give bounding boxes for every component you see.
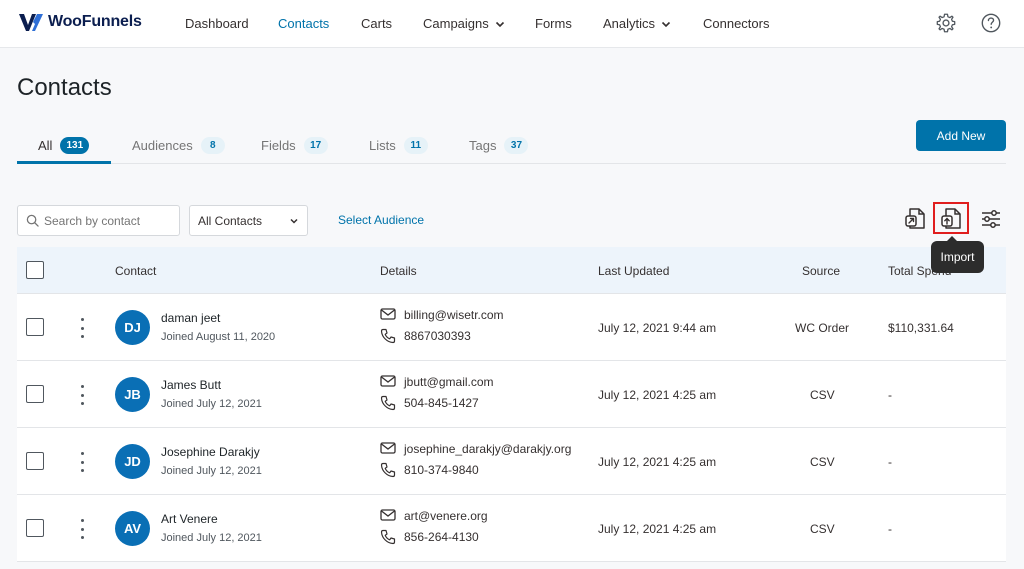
nav-item-dashboard[interactable]: Dashboard: [185, 16, 249, 31]
mail-icon: [380, 442, 396, 454]
contact-name[interactable]: daman jeet: [161, 311, 220, 325]
last-updated-cell: July 12, 2021 4:25 am: [598, 522, 717, 536]
help-icon[interactable]: [980, 12, 1002, 34]
table-row[interactable]: JB James Butt Joined July 12, 2021 jbutt…: [17, 361, 1006, 428]
search-input[interactable]: [44, 213, 174, 228]
row-checkbox[interactable]: [26, 318, 44, 336]
last-updated-cell: July 12, 2021 4:25 am: [598, 388, 717, 402]
brand-logo[interactable]: WooFunnels: [18, 12, 142, 32]
mail-icon: [380, 308, 396, 320]
top-navigation-bar: WooFunnels Dashboard Contacts Carts Camp…: [0, 0, 1024, 48]
tab-all[interactable]: All 131: [17, 126, 90, 164]
total-spend-cell: -: [888, 522, 892, 536]
avatar: JD: [115, 444, 150, 479]
contact-tabs: All 131 Audiences 8 Fields 17 Lists 11 T…: [17, 126, 1006, 164]
source-cell: CSV: [810, 522, 835, 536]
select-audience-link[interactable]: Select Audience: [338, 213, 424, 227]
active-tab-indicator: [17, 161, 111, 164]
header-last-updated[interactable]: Last Updated: [598, 264, 669, 278]
contact-email: josephine_darakjy@darakjy.org: [404, 442, 572, 456]
header-contact[interactable]: Contact: [115, 264, 156, 278]
joined-date: Joined July 12, 2021: [161, 465, 262, 477]
add-new-button[interactable]: Add New: [916, 120, 1006, 151]
contact-phone: 856-264-4130: [404, 530, 479, 544]
joined-date: Joined July 12, 2021: [161, 398, 262, 410]
total-spend-cell: $110,331.64: [888, 321, 954, 335]
export-icon[interactable]: [904, 207, 926, 231]
count-badge: 37: [504, 136, 529, 154]
nav-item-analytics[interactable]: Analytics: [603, 16, 671, 31]
header-details[interactable]: Details: [380, 264, 417, 278]
more-actions-icon[interactable]: [78, 318, 86, 338]
header-source[interactable]: Source: [802, 264, 840, 278]
chevron-down-icon: [495, 21, 504, 27]
tab-fields[interactable]: Fields 17: [240, 126, 328, 164]
table-row[interactable]: AV Art Venere Joined July 12, 2021 art@v…: [17, 495, 1006, 562]
chevron-down-icon: [661, 21, 671, 27]
nav-item-campaigns[interactable]: Campaigns: [423, 16, 505, 31]
contact-filter-select[interactable]: All Contacts: [189, 205, 308, 236]
import-tooltip: Import: [931, 236, 984, 273]
tab-audiences[interactable]: Audiences 8: [111, 126, 225, 164]
source-cell: WC Order: [795, 321, 849, 335]
contact-email: art@venere.org: [404, 509, 488, 523]
mail-icon: [380, 375, 396, 387]
search-field[interactable]: [17, 205, 180, 236]
more-actions-icon[interactable]: [78, 452, 86, 472]
table-row[interactable]: DJ daman jeet Joined August 11, 2020 bil…: [17, 294, 1006, 361]
gear-icon[interactable]: [935, 12, 957, 34]
count-badge: 11: [403, 136, 428, 154]
count-badge: 8: [200, 136, 225, 154]
row-checkbox[interactable]: [26, 452, 44, 470]
count-badge: 131: [60, 136, 90, 154]
last-updated-cell: July 12, 2021 9:44 am: [598, 321, 717, 335]
joined-date: Joined August 11, 2020: [161, 331, 276, 343]
table-row[interactable]: JD Josephine Darakjy Joined July 12, 202…: [17, 428, 1006, 495]
nav-item-connectors[interactable]: Connectors: [703, 16, 769, 31]
more-actions-icon[interactable]: [78, 519, 86, 539]
avatar: DJ: [115, 310, 150, 345]
contact-phone: 810-374-9840: [404, 463, 479, 477]
row-checkbox[interactable]: [26, 385, 44, 403]
search-icon: [26, 214, 39, 227]
contact-phone: 504-845-1427: [404, 396, 479, 410]
phone-icon: [380, 395, 396, 411]
contact-email: billing@wisetr.com: [404, 308, 504, 322]
contact-phone: 8867030393: [404, 329, 471, 343]
tab-lists[interactable]: Lists 11: [348, 126, 428, 164]
last-updated-cell: July 12, 2021 4:25 am: [598, 455, 717, 469]
page-title: Contacts: [17, 74, 112, 101]
nav-item-contacts[interactable]: Contacts: [278, 16, 329, 31]
mail-icon: [380, 509, 396, 521]
contacts-table: Contact Details Last Updated Source Tota…: [17, 247, 1006, 562]
sliders-icon[interactable]: [980, 207, 1002, 231]
woofunnels-logo-icon: [19, 14, 43, 31]
phone-icon: [380, 462, 396, 478]
tab-tags[interactable]: Tags 37: [448, 126, 529, 164]
more-actions-icon[interactable]: [78, 385, 86, 405]
brand-name: WooFunnels: [48, 13, 142, 30]
avatar: JB: [115, 377, 150, 412]
table-header: Contact Details Last Updated Source Tota…: [17, 247, 1006, 294]
phone-icon: [380, 529, 396, 545]
import-highlight-box: [933, 202, 969, 234]
contact-name[interactable]: James Butt: [161, 378, 221, 392]
phone-icon: [380, 328, 396, 344]
joined-date: Joined July 12, 2021: [161, 532, 262, 544]
avatar: AV: [115, 511, 150, 546]
selected-filter-value: All Contacts: [198, 213, 263, 228]
nav-item-forms[interactable]: Forms: [535, 16, 572, 31]
select-all-checkbox[interactable]: [26, 261, 44, 279]
row-checkbox[interactable]: [26, 519, 44, 537]
total-spend-cell: -: [888, 388, 892, 402]
count-badge: 17: [303, 136, 328, 154]
contact-email: jbutt@gmail.com: [404, 375, 494, 389]
total-spend-cell: -: [888, 455, 892, 469]
chevron-down-icon: [290, 218, 298, 224]
nav-item-carts[interactable]: Carts: [361, 16, 392, 31]
source-cell: CSV: [810, 388, 835, 402]
contact-name[interactable]: Art Venere: [161, 512, 218, 526]
contact-name[interactable]: Josephine Darakjy: [161, 445, 260, 459]
source-cell: CSV: [810, 455, 835, 469]
